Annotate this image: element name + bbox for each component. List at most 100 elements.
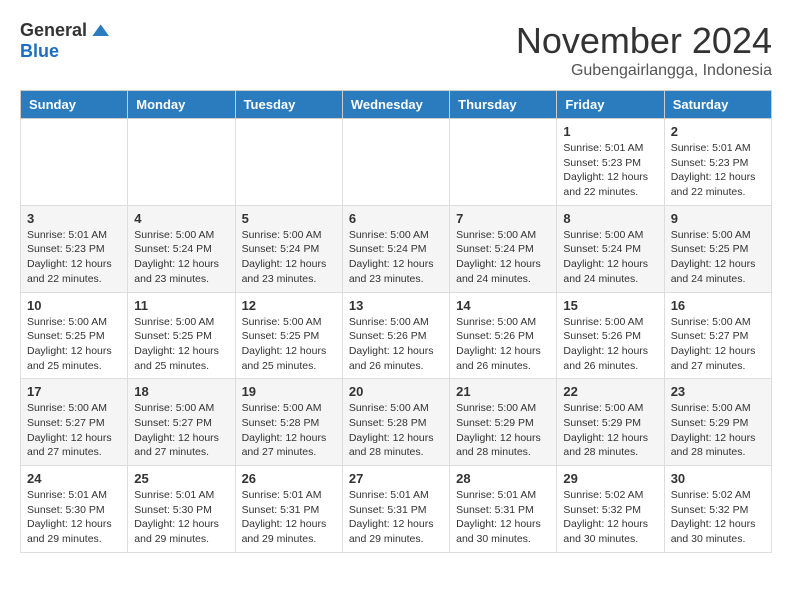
day-info: Sunrise: 5:00 AM Sunset: 5:27 PM Dayligh…	[27, 401, 121, 460]
calendar-cell: 4 Sunrise: 5:00 AM Sunset: 5:24 PM Daylig…	[128, 205, 235, 292]
day-number: 30	[671, 471, 765, 486]
day-info: Sunrise: 5:00 AM Sunset: 5:24 PM Dayligh…	[456, 228, 550, 287]
calendar-cell: 7 Sunrise: 5:00 AM Sunset: 5:24 PM Daylig…	[450, 205, 557, 292]
column-header-friday: Friday	[557, 91, 664, 119]
calendar-cell: 29Sunrise: 5:02 AM Sunset: 5:32 PM Dayli…	[557, 466, 664, 553]
month-title: November 2024	[516, 20, 772, 62]
calendar-cell: 1 Sunrise: 5:01 AM Sunset: 5:23 PM Daylig…	[557, 119, 664, 206]
logo-icon	[89, 21, 109, 41]
day-number: 9	[671, 211, 765, 226]
day-number: 1	[563, 124, 657, 139]
day-info: Sunrise: 5:01 AM Sunset: 5:31 PM Dayligh…	[242, 488, 336, 547]
day-info: Sunrise: 5:00 AM Sunset: 5:27 PM Dayligh…	[671, 315, 765, 374]
day-number: 10	[27, 298, 121, 313]
calendar-cell	[21, 119, 128, 206]
calendar-cell: 14 Sunrise: 5:00 AM Sunset: 5:26 PM Dayli…	[450, 292, 557, 379]
day-number: 16	[671, 298, 765, 313]
calendar-cell: 12 Sunrise: 5:00 AM Sunset: 5:25 PM Dayli…	[235, 292, 342, 379]
day-number: 14	[456, 298, 550, 313]
day-number: 22	[563, 384, 657, 399]
day-info: Sunrise: 5:00 AM Sunset: 5:25 PM Dayligh…	[242, 315, 336, 374]
calendar-cell	[342, 119, 449, 206]
day-number: 25	[134, 471, 228, 486]
day-number: 17	[27, 384, 121, 399]
day-info: Sunrise: 5:01 AM Sunset: 5:30 PM Dayligh…	[134, 488, 228, 547]
day-number: 27	[349, 471, 443, 486]
calendar-cell: 19 Sunrise: 5:00 AM Sunset: 5:28 PM Dayli…	[235, 379, 342, 466]
day-number: 21	[456, 384, 550, 399]
logo-general-text: General	[20, 20, 87, 41]
column-header-thursday: Thursday	[450, 91, 557, 119]
day-number: 4	[134, 211, 228, 226]
day-number: 12	[242, 298, 336, 313]
day-number: 26	[242, 471, 336, 486]
day-number: 8	[563, 211, 657, 226]
calendar-cell: 6Sunrise: 5:00 AM Sunset: 5:24 PM Daylig…	[342, 205, 449, 292]
day-info: Sunrise: 5:00 AM Sunset: 5:24 PM Dayligh…	[563, 228, 657, 287]
calendar-cell: 10 Sunrise: 5:00 AM Sunset: 5:25 PM Dayli…	[21, 292, 128, 379]
calendar-cell: 24Sunrise: 5:01 AM Sunset: 5:30 PM Dayli…	[21, 466, 128, 553]
day-number: 6	[349, 211, 443, 226]
day-info: Sunrise: 5:00 AM Sunset: 5:29 PM Dayligh…	[456, 401, 550, 460]
calendar-cell: 9 Sunrise: 5:00 AM Sunset: 5:25 PM Daylig…	[664, 205, 771, 292]
calendar-cell: 27 Sunrise: 5:01 AM Sunset: 5:31 PM Dayli…	[342, 466, 449, 553]
location-subtitle: Gubengairlangga, Indonesia	[516, 62, 772, 80]
day-info: Sunrise: 5:00 AM Sunset: 5:29 PM Dayligh…	[563, 401, 657, 460]
day-info: Sunrise: 5:01 AM Sunset: 5:31 PM Dayligh…	[349, 488, 443, 547]
day-info: Sunrise: 5:01 AM Sunset: 5:23 PM Dayligh…	[563, 141, 657, 200]
calendar-cell: 17 Sunrise: 5:00 AM Sunset: 5:27 PM Dayli…	[21, 379, 128, 466]
calendar-cell: 28 Sunrise: 5:01 AM Sunset: 5:31 PM Dayli…	[450, 466, 557, 553]
day-number: 20	[349, 384, 443, 399]
column-header-sunday: Sunday	[21, 91, 128, 119]
day-info: Sunrise: 5:00 AM Sunset: 5:26 PM Dayligh…	[563, 315, 657, 374]
calendar-cell: 21 Sunrise: 5:00 AM Sunset: 5:29 PM Dayli…	[450, 379, 557, 466]
day-number: 5	[242, 211, 336, 226]
day-info: Sunrise: 5:01 AM Sunset: 5:23 PM Dayligh…	[671, 141, 765, 200]
day-number: 7	[456, 211, 550, 226]
calendar-cell: 11Sunrise: 5:00 AM Sunset: 5:25 PM Dayli…	[128, 292, 235, 379]
title-block: November 2024 Gubengairlangga, Indonesia	[516, 20, 772, 80]
calendar-cell: 15 Sunrise: 5:00 AM Sunset: 5:26 PM Dayli…	[557, 292, 664, 379]
column-header-wednesday: Wednesday	[342, 91, 449, 119]
day-info: Sunrise: 5:00 AM Sunset: 5:25 PM Dayligh…	[671, 228, 765, 287]
column-header-monday: Monday	[128, 91, 235, 119]
day-info: Sunrise: 5:00 AM Sunset: 5:24 PM Dayligh…	[134, 228, 228, 287]
logo: General Blue	[20, 20, 109, 62]
column-header-tuesday: Tuesday	[235, 91, 342, 119]
day-info: Sunrise: 5:00 AM Sunset: 5:27 PM Dayligh…	[134, 401, 228, 460]
calendar-cell: 13 Sunrise: 5:00 AM Sunset: 5:26 PM Dayli…	[342, 292, 449, 379]
calendar-cell	[128, 119, 235, 206]
day-number: 24	[27, 471, 121, 486]
day-info: Sunrise: 5:00 AM Sunset: 5:28 PM Dayligh…	[242, 401, 336, 460]
calendar-cell: 20 Sunrise: 5:00 AM Sunset: 5:28 PM Dayli…	[342, 379, 449, 466]
calendar-week-3: 10 Sunrise: 5:00 AM Sunset: 5:25 PM Dayli…	[21, 292, 772, 379]
calendar-week-5: 24 Sunrise: 5:01 AM Sunset: 5:30 PM Dayli…	[21, 466, 772, 553]
day-info: Sunrise: 5:02 AM Sunset: 5:32 PM Dayligh…	[563, 488, 657, 547]
calendar-cell: 26 Sunrise: 5:01 AM Sunset: 5:31 PM Dayli…	[235, 466, 342, 553]
day-number: 19	[242, 384, 336, 399]
page-header: General Blue November 2024 Gubengairlang…	[20, 20, 772, 80]
day-number: 28	[456, 471, 550, 486]
day-number: 23	[671, 384, 765, 399]
day-info: Sunrise: 5:00 AM Sunset: 5:25 PM Dayligh…	[27, 315, 121, 374]
day-info: Sunrise: 5:00 AM Sunset: 5:24 PM Dayligh…	[242, 228, 336, 287]
calendar-cell	[450, 119, 557, 206]
day-info: Sunrise: 5:01 AM Sunset: 5:31 PM Dayligh…	[456, 488, 550, 547]
calendar-cell: 23 Sunrise: 5:00 AM Sunset: 5:29 PM Dayli…	[664, 379, 771, 466]
day-number: 2	[671, 124, 765, 139]
day-number: 13	[349, 298, 443, 313]
calendar-cell	[235, 119, 342, 206]
calendar-cell: 16 Sunrise: 5:00 AM Sunset: 5:27 PM Dayli…	[664, 292, 771, 379]
logo-blue-text: Blue	[20, 41, 59, 62]
day-info: Sunrise: 5:00 AM Sunset: 5:28 PM Dayligh…	[349, 401, 443, 460]
day-info: Sunrise: 5:00 AM Sunset: 5:29 PM Dayligh…	[671, 401, 765, 460]
day-number: 15	[563, 298, 657, 313]
calendar-cell: 8 Sunrise: 5:00 AM Sunset: 5:24 PM Daylig…	[557, 205, 664, 292]
calendar-cell: 22 Sunrise: 5:00 AM Sunset: 5:29 PM Dayli…	[557, 379, 664, 466]
column-header-saturday: Saturday	[664, 91, 771, 119]
day-number: 11	[134, 298, 228, 313]
calendar-cell: 25 Sunrise: 5:01 AM Sunset: 5:30 PM Dayli…	[128, 466, 235, 553]
calendar-week-1: 1 Sunrise: 5:01 AM Sunset: 5:23 PM Daylig…	[21, 119, 772, 206]
day-info: Sunrise: 5:00 AM Sunset: 5:26 PM Dayligh…	[349, 315, 443, 374]
day-info: Sunrise: 5:00 AM Sunset: 5:26 PM Dayligh…	[456, 315, 550, 374]
